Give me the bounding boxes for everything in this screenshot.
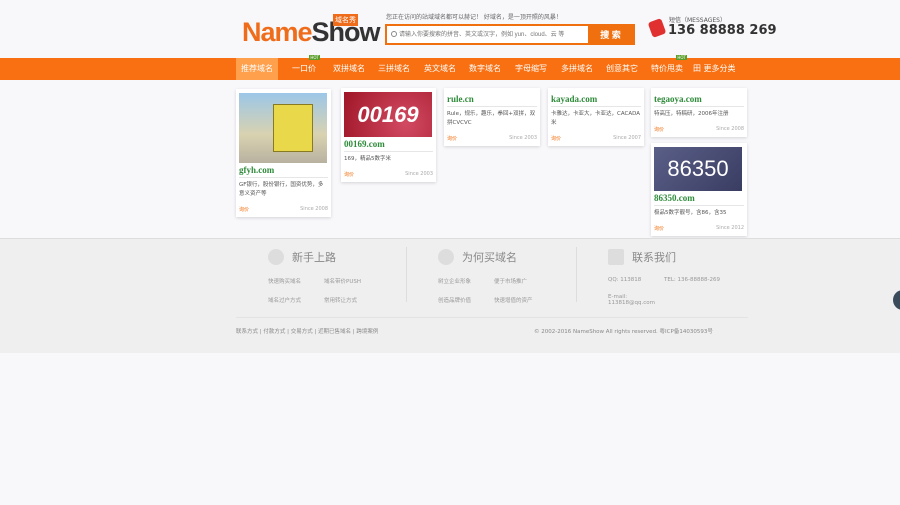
domain-image: 00169 — [344, 92, 432, 137]
nav-item-english[interactable]: 英文域名 — [424, 58, 456, 80]
contact-tel: TEL: 136-88888-269 — [664, 277, 720, 283]
domain-desc: 169，精品5数字米 — [344, 156, 391, 162]
domain-card[interactable]: tegaoya.com 特高压，特稿研，2006年注册 询价 Since 2008 — [651, 88, 747, 137]
nav-item-sale[interactable]: 特价甩卖 HOT — [651, 55, 687, 80]
edit-icon — [608, 249, 624, 265]
domain-desc: GF银行，股份银行，国资优势，多意义资产等 — [239, 182, 324, 197]
footer-link[interactable]: 创造品牌价值 — [438, 296, 494, 304]
search-button[interactable]: 搜 索 — [588, 26, 633, 43]
domain-card[interactable]: 00169 00169.com 169，精品5数字米 询价 Since 2003 — [341, 88, 436, 182]
contact-email[interactable]: E-mail: 113818@qq.com — [608, 294, 664, 306]
domain-name[interactable]: kayada.com — [551, 92, 641, 107]
price-link[interactable]: 询价 — [344, 171, 354, 178]
main-nav: 推荐域名 一口价 HOT 双拼域名 三拼域名 英文域名 数字域名 字母缩写 多拼域… — [0, 55, 900, 80]
arch-illustration — [273, 104, 313, 152]
divider — [406, 247, 407, 302]
nav-item-recommended[interactable]: 推荐域名 — [236, 58, 278, 80]
since-label: Since 2007 — [613, 135, 641, 141]
footer: 新手上路 快速购买域名 域名带价PUSH 域名过户方式 常用转让方式 为何买域名 树立… — [0, 238, 900, 353]
footer-title: 为何买域名 — [462, 251, 517, 264]
domain-desc: 卡雅达，卡亚大，卡亚达，CACADA米 — [551, 111, 641, 126]
nav-item-abbrev[interactable]: 字母缩写 — [515, 58, 547, 80]
slogan: 您正在访问的站域域名都可以赫记！ 好域名，是一顶开照的风暴！ — [386, 14, 562, 21]
search-input[interactable] — [387, 26, 588, 43]
nav-label: 推荐域名 — [241, 64, 273, 73]
footer-link[interactable]: 域名过户方式 — [268, 296, 324, 304]
copyright: © 2002-2016 NameShow All rights reserved… — [534, 329, 713, 335]
nav-label: 字母缩写 — [515, 64, 547, 73]
price-link[interactable]: 询价 — [447, 135, 457, 142]
since-label: Since 2008 — [300, 206, 328, 212]
nav-item-triple-pinyin[interactable]: 三拼域名 — [378, 58, 410, 80]
domain-name[interactable]: 00169.com — [344, 137, 433, 152]
nav-item-creative[interactable]: 创意其它 — [606, 58, 638, 80]
footer-col-contact: 联系我们 QQ: 113818 TEL: 136-88888-269 E-mail:… — [608, 249, 744, 306]
search-bar: 搜 索 — [385, 24, 635, 45]
footer-title: 联系我们 — [632, 251, 676, 264]
hot-badge: HOT — [676, 55, 687, 60]
domain-card[interactable]: 86350 86350.com 极品5数字靓号，含86，含35 询价 Since … — [651, 143, 747, 236]
since-label: Since 2008 — [716, 126, 744, 132]
domain-name[interactable]: rule.cn — [447, 92, 537, 107]
footer-title: 新手上路 — [292, 251, 336, 264]
since-label: Since 2003 — [509, 135, 537, 141]
divider — [576, 247, 577, 302]
domain-card[interactable]: gfyh.com GF银行，股份银行，国资优势，多意义资产等 询价 Since 2… — [236, 89, 331, 217]
price-link[interactable]: 询价 — [654, 126, 664, 133]
nav-item-fixed-price[interactable]: 一口价 HOT — [292, 55, 320, 80]
logo-badge: 域名秀 — [333, 14, 358, 26]
logo[interactable]: NameShow — [242, 17, 381, 48]
nav-item-multi-pinyin[interactable]: 多拼域名 — [561, 58, 593, 80]
price-link[interactable]: 询价 — [654, 225, 664, 232]
footer-link[interactable]: 域名带价PUSH — [324, 277, 394, 285]
domain-name[interactable]: tegaoya.com — [654, 92, 744, 107]
footer-link[interactable]: 快速购买域名 — [268, 277, 324, 285]
since-label: Since 2003 — [405, 171, 433, 177]
domain-desc: 特高压，特稿研，2006年注册 — [654, 111, 729, 117]
footer-col-why: 为何买域名 树立企业形象 便于市场推广创造品牌价值 快速增值的资产 — [438, 249, 564, 304]
footer-link[interactable]: 常用转让方式 — [324, 296, 394, 304]
footer-col-newbie: 新手上路 快速购买域名 域名带价PUSH 域名过户方式 常用转让方式 — [268, 249, 394, 304]
price-link[interactable]: 询价 — [551, 135, 561, 142]
price-link[interactable]: 询价 — [239, 206, 249, 213]
since-label: Since 2012 — [716, 225, 744, 231]
question-icon — [438, 249, 454, 265]
contact-qq: QQ: 113818 — [608, 277, 642, 283]
nav-label: 田 更多分类 — [693, 64, 736, 73]
nav-label: 一口价 — [292, 64, 316, 73]
nav-label: 创意其它 — [606, 64, 638, 73]
domain-image: 86350 — [654, 147, 742, 191]
phone-icon — [647, 18, 667, 38]
nav-label: 三拼域名 — [378, 64, 410, 73]
domain-card[interactable]: kayada.com 卡雅达，卡亚大，卡亚达，CACADA米 询价 Since 2… — [548, 88, 644, 146]
nav-label: 多拼域名 — [561, 64, 593, 73]
footer-link[interactable]: 快速增值的资产 — [494, 296, 564, 304]
phone-number: 136 88888 269 — [668, 23, 777, 38]
footer-link[interactable]: 便于市场推广 — [494, 277, 564, 285]
user-icon — [268, 249, 284, 265]
domain-image-cartoon — [239, 93, 327, 163]
hot-badge: HOT — [309, 55, 320, 60]
nav-item-double-pinyin[interactable]: 双拼域名 — [333, 58, 365, 80]
logo-text-a: Name — [242, 17, 313, 47]
search-icon — [391, 31, 397, 37]
nav-item-numeric[interactable]: 数字域名 — [469, 58, 501, 80]
nav-label: 英文域名 — [424, 64, 456, 73]
footer-bottom-links[interactable]: 联系方式 | 付款方式 | 交易方式 | 近期已售域名 | 跨境案例 — [236, 327, 378, 335]
nav-label: 特价甩卖 — [651, 64, 683, 73]
divider — [236, 317, 748, 318]
domain-name[interactable]: gfyh.com — [239, 163, 328, 178]
footer-link[interactable]: 树立企业形象 — [438, 277, 494, 285]
domain-name[interactable]: 86350.com — [654, 191, 744, 206]
nav-item-more[interactable]: 田 更多分类 — [693, 58, 736, 80]
nav-label: 双拼域名 — [333, 64, 365, 73]
nav-label: 数字域名 — [469, 64, 501, 73]
domain-card[interactable]: rule.cn Rule，规乐，趣乐，拳回+双拼，双拼CVCVC 询价 Since… — [444, 88, 540, 146]
domain-desc: Rule，规乐，趣乐，拳回+双拼，双拼CVCVC — [447, 111, 536, 126]
domain-desc: 极品5数字靓号，含86，含35 — [654, 210, 727, 216]
